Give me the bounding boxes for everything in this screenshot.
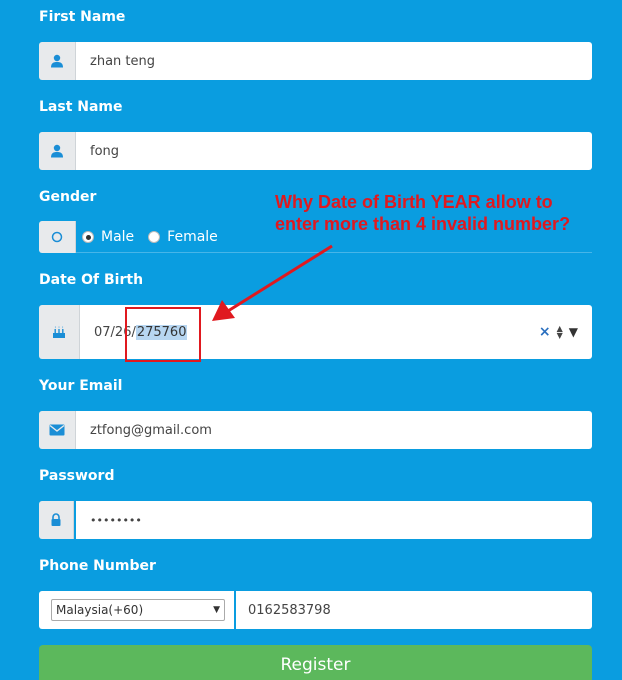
annotation-arrow: [212, 244, 333, 321]
